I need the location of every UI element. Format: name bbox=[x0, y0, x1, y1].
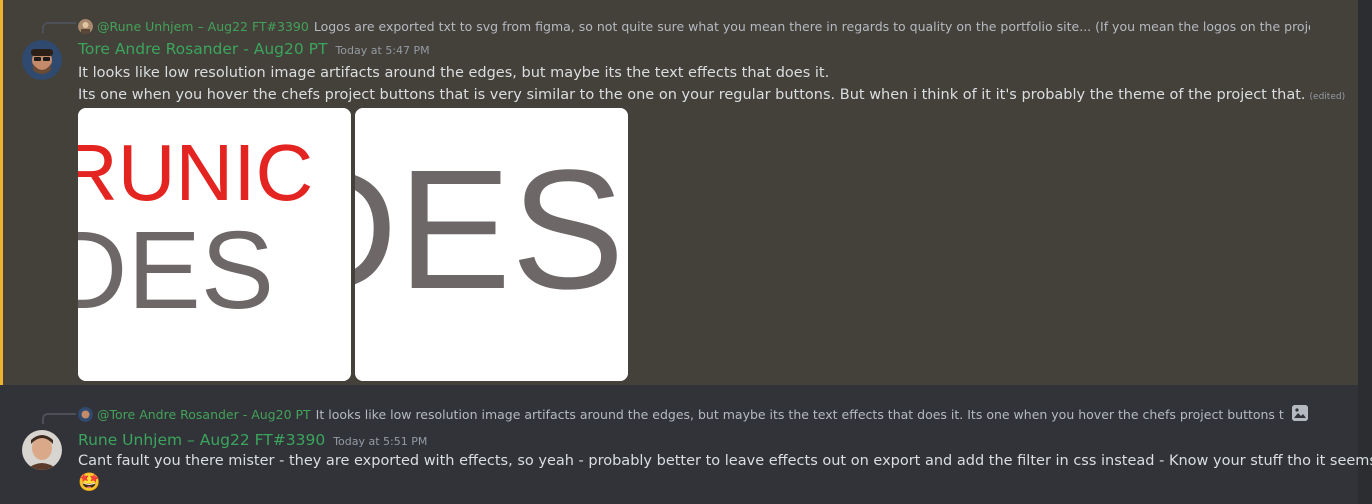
mini-avatar bbox=[78, 406, 93, 422]
message-highlighted: @Rune Unhjem – Aug22 FT#3390 Logos are e… bbox=[0, 0, 1358, 385]
reply-reference[interactable]: @Tore Andre Rosander - Aug20 PT It looks… bbox=[78, 405, 1284, 423]
avatar[interactable] bbox=[22, 430, 62, 470]
edited-label: (edited) bbox=[1309, 92, 1346, 102]
author-name[interactable]: Rune Unhjem – Aug22 FT#3390 bbox=[78, 431, 325, 449]
message-line-2: Its one when you hover the chefs project… bbox=[78, 84, 1345, 108]
reply-spine bbox=[42, 413, 76, 424]
mini-avatar bbox=[78, 18, 93, 34]
reply-author[interactable]: @Tore Andre Rosander - Aug20 PT bbox=[97, 407, 311, 422]
scrollbar-track[interactable] bbox=[1358, 0, 1372, 504]
avatar[interactable] bbox=[22, 40, 62, 80]
attachment-runic-design[interactable]: RUNIC DES bbox=[78, 108, 351, 381]
reply-reference[interactable]: @Rune Unhjem – Aug22 FT#3390 Logos are e… bbox=[78, 17, 1310, 35]
message-text: Cant fault you there mister - they are e… bbox=[78, 453, 1372, 469]
timestamp[interactable]: Today at 5:47 PM bbox=[335, 44, 429, 57]
image-icon bbox=[1292, 405, 1308, 421]
reply-text[interactable]: Logos are exported txt to svg from figma… bbox=[314, 19, 1310, 34]
star-struck-emoji[interactable]: 🤩 bbox=[78, 472, 100, 494]
author-name[interactable]: Tore Andre Rosander - Aug20 PT bbox=[78, 40, 327, 58]
attachment-des-zoomed[interactable]: DES bbox=[355, 108, 628, 381]
emoji-line: 🤩 bbox=[78, 472, 100, 495]
logo-text-runic: RUNIC bbox=[78, 128, 313, 217]
message-line-1: It looks like low resolution image artif… bbox=[78, 65, 830, 81]
message-header: Rune Unhjem – Aug22 FT#3390 Today at 5:5… bbox=[78, 431, 427, 449]
reply-author[interactable]: @Rune Unhjem – Aug22 FT#3390 bbox=[97, 19, 309, 34]
reply-spine bbox=[42, 22, 76, 33]
reply-text[interactable]: It looks like low resolution image artif… bbox=[316, 407, 1284, 422]
message-header: Tore Andre Rosander - Aug20 PT Today at … bbox=[78, 40, 430, 58]
message-line-2-text: Its one when you hover the chefs project… bbox=[78, 87, 1306, 103]
message: @Tore Andre Rosander - Aug20 PT It looks… bbox=[0, 398, 1372, 504]
timestamp[interactable]: Today at 5:51 PM bbox=[333, 435, 427, 448]
zoom-logo-text: DES bbox=[355, 135, 625, 325]
logo-text-des: DES bbox=[78, 209, 274, 332]
